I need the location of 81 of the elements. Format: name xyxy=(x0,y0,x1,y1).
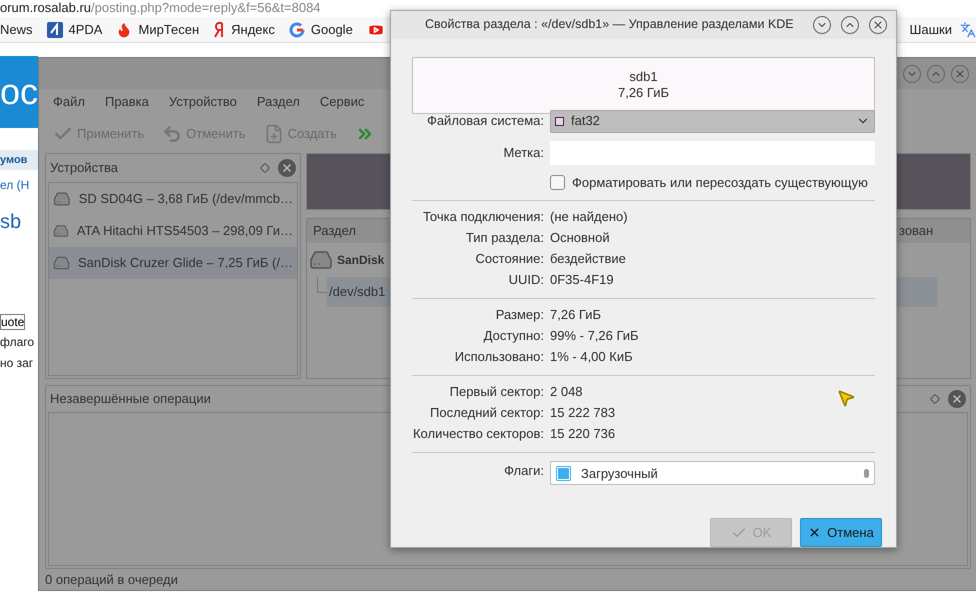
cancel-button[interactable]: Отмена xyxy=(800,518,882,547)
close-button[interactable] xyxy=(951,64,969,82)
close-icon xyxy=(954,68,966,80)
field-label: Точка подключения: xyxy=(422,208,544,226)
panel-title: Незавершённые операции xyxy=(50,390,211,408)
bookmark[interactable]: 4PDA xyxy=(46,20,102,40)
minimize-button[interactable] xyxy=(813,16,831,34)
device-name: SanDisk xyxy=(337,252,384,269)
partition-size: 7,26 ГиБ xyxy=(618,85,670,101)
device-item[interactable]: ATA Hitachi HTS54503 – 298,09 Ги… xyxy=(49,215,297,247)
status-text: 0 операций в очереди xyxy=(44,571,179,589)
bookmark[interactable]: Google xyxy=(288,20,353,40)
maximize-button[interactable] xyxy=(927,64,945,82)
field-label: Доступно: xyxy=(482,327,544,345)
field-label: Метка: xyxy=(502,144,544,162)
field-value: 15 222 783 xyxy=(550,404,616,422)
field-label: Размер: xyxy=(494,306,544,324)
post-text: но заг xyxy=(0,355,34,372)
panel-title: Устройства xyxy=(50,159,118,178)
close-button[interactable] xyxy=(278,159,296,177)
field-value: бездействие xyxy=(550,250,626,268)
field-value: 7,26 ГиБ xyxy=(550,306,602,324)
field-value: 1% - 4,00 КиБ xyxy=(550,348,633,366)
forum-link[interactable]: умов xyxy=(0,150,38,170)
bookmark[interactable]: МирТесен xyxy=(116,20,200,40)
minimize-button[interactable] xyxy=(903,64,921,82)
close-icon xyxy=(281,162,293,174)
flame-icon xyxy=(116,22,132,38)
post-text: флаго xyxy=(0,334,36,351)
close-button[interactable] xyxy=(948,390,966,408)
field-value: Основной xyxy=(550,229,610,247)
field-value: 0F35-4F19 xyxy=(550,271,614,289)
menu-item[interactable]: Правка xyxy=(104,92,149,112)
menu-item[interactable]: Файл xyxy=(53,92,85,112)
quote-button[interactable]: uote xyxy=(0,314,25,330)
scroll-handle[interactable] xyxy=(864,468,869,478)
maximize-button[interactable] xyxy=(841,16,859,34)
undo-icon xyxy=(162,124,182,144)
field-label: Последний сектор: xyxy=(429,404,544,422)
window-title: Свойства раздела : «/dev/sdb1» — Управление разделами KDE xyxy=(425,16,794,34)
field-label: Флаги: xyxy=(503,462,544,480)
close-icon xyxy=(872,18,884,31)
field-label: Файловая система: xyxy=(426,112,544,130)
square-logo-icon xyxy=(46,22,63,38)
field-label: Использовано: xyxy=(454,348,544,366)
format-checkbox[interactable]: Форматировать или пересоздать существующую xyxy=(550,172,875,192)
device-item[interactable]: SD SD04G – 3,68 ГиБ (/dev/mmcb… xyxy=(49,183,297,215)
close-icon xyxy=(951,393,963,405)
bookmark[interactable]: Шашки xyxy=(909,20,952,40)
translate-icon xyxy=(960,22,976,38)
float-icon[interactable] xyxy=(930,394,940,404)
field-value: 15 220 736 xyxy=(550,425,616,443)
menu-item[interactable]: Устройство xyxy=(168,92,237,112)
filesystem-dropdown[interactable]: fat32 xyxy=(550,110,875,132)
field-label: Состояние: xyxy=(474,250,544,268)
field-label: Тип раздела: xyxy=(464,229,544,247)
logo-icon xyxy=(213,22,226,38)
page-heading: sb xyxy=(0,212,22,232)
device-item[interactable]: SanDisk Cruzer Glide – 7,25 ГиБ (/… xyxy=(49,247,297,279)
new-file-icon xyxy=(264,124,284,144)
field-value: (не найдено) xyxy=(550,208,628,226)
bookmark[interactable]: Яндекс xyxy=(213,20,275,40)
bookmark[interactable]: News xyxy=(0,20,33,40)
close-button[interactable] xyxy=(869,16,887,34)
bookmark[interactable] xyxy=(960,22,976,38)
field-label: Первый сектор: xyxy=(448,383,544,401)
breadcrumb-link[interactable]: ел (Н xyxy=(0,176,38,194)
url-text[interactable]: orum.rosalab.ru/posting.php?mode=reply&f=56&t=8084 xyxy=(0,0,321,16)
colored-ring-icon xyxy=(288,22,305,38)
field-value: 2 048 xyxy=(550,383,583,401)
field-label: UUID: xyxy=(508,271,544,289)
close-icon xyxy=(808,526,822,539)
menu-item[interactable]: Раздел xyxy=(256,92,300,112)
field-label: Количество секторов: xyxy=(412,425,544,443)
float-icon[interactable] xyxy=(260,163,270,173)
menu-item[interactable]: Сервис xyxy=(320,92,364,112)
mouse-cursor-icon xyxy=(836,388,856,408)
partition-name: sdb1 xyxy=(629,69,658,85)
flag-checkbox[interactable]: Загрузочный xyxy=(556,462,658,484)
field-value: 99% - 7,26 ГиБ xyxy=(550,327,639,345)
site-banner: oc xyxy=(0,56,38,128)
